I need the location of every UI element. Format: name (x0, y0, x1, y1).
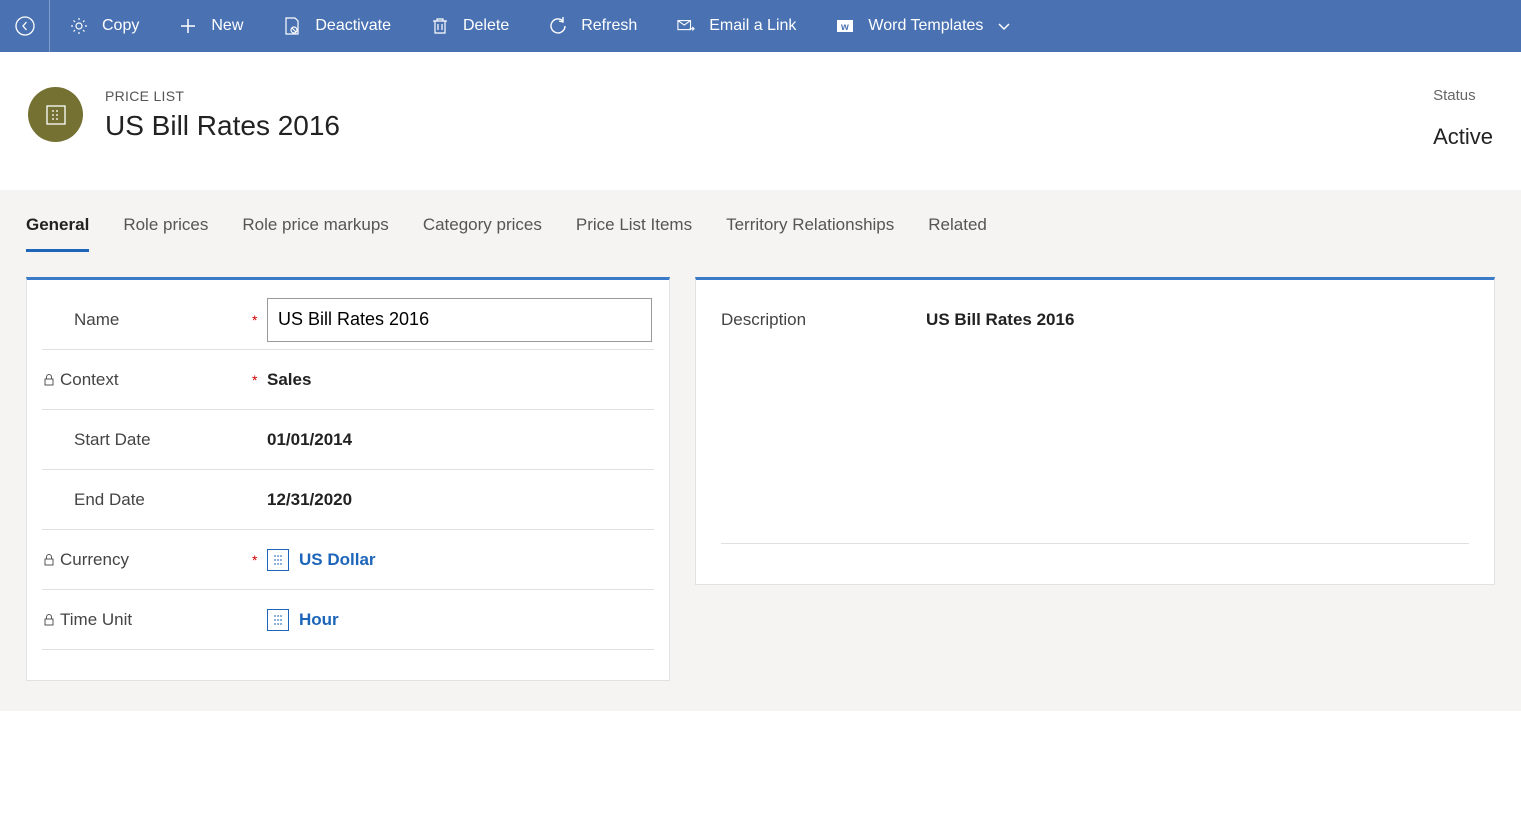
required-icon: * (252, 312, 267, 328)
start-date-value[interactable]: 01/01/2014 (267, 430, 654, 450)
lock-icon (42, 553, 56, 567)
field-row-time-unit: Time Unit Hour (42, 590, 654, 650)
record-header: PRICE LIST US Bill Rates 2016 Status Act… (0, 52, 1521, 190)
lock-icon (42, 613, 56, 627)
tab-related[interactable]: Related (928, 215, 987, 252)
tab-role-prices[interactable]: Role prices (123, 215, 208, 252)
time-unit-label: Time Unit (42, 610, 252, 630)
tabs-container: General Role prices Role price markups C… (0, 190, 1521, 252)
copy-button[interactable]: Copy (50, 0, 159, 52)
currency-label: Currency (42, 550, 252, 570)
lookup-icon (267, 549, 289, 571)
refresh-label: Refresh (581, 17, 637, 35)
refresh-icon (549, 17, 567, 35)
page-deactivate-icon (283, 17, 301, 35)
status-label: Status (1433, 87, 1493, 104)
time-unit-value[interactable]: Hour (267, 609, 654, 631)
gear-icon (70, 17, 88, 35)
header-left: PRICE LIST US Bill Rates 2016 (28, 87, 340, 142)
word-templates-label: Word Templates (868, 17, 983, 35)
back-button[interactable] (0, 0, 50, 52)
email-link-label: Email a Link (709, 17, 796, 35)
field-row-name: Name * (42, 290, 654, 350)
refresh-button[interactable]: Refresh (529, 0, 657, 52)
field-row-end-date: End Date 12/31/2020 (42, 470, 654, 530)
description-value[interactable]: US Bill Rates 2016 (926, 310, 1074, 330)
delete-button[interactable]: Delete (411, 0, 529, 52)
name-input[interactable] (267, 298, 652, 342)
tab-territory-relationships[interactable]: Territory Relationships (726, 215, 894, 252)
end-date-label: End Date (42, 490, 252, 510)
form-panel: Name * Context * Sales Start Date (26, 277, 670, 681)
word-templates-button[interactable]: w Word Templates (816, 0, 1031, 52)
plus-icon (179, 17, 197, 35)
command-bar: Copy New Deactivate Delete (0, 0, 1521, 52)
chevron-down-icon (997, 19, 1011, 33)
content-area: Name * Context * Sales Start Date (0, 252, 1521, 711)
description-row: Description US Bill Rates 2016 (721, 310, 1469, 330)
tab-category-prices[interactable]: Category prices (423, 215, 542, 252)
tab-price-list-items[interactable]: Price List Items (576, 215, 692, 252)
required-icon: * (252, 372, 267, 388)
page-title: US Bill Rates 2016 (105, 110, 340, 142)
name-field-container (267, 298, 654, 342)
divider (721, 543, 1469, 544)
lookup-icon (267, 609, 289, 631)
pricelist-icon (45, 104, 67, 126)
start-date-label: Start Date (42, 430, 252, 450)
field-row-start-date: Start Date 01/01/2014 (42, 410, 654, 470)
description-label: Description (721, 310, 806, 330)
new-label: New (211, 17, 243, 35)
context-value[interactable]: Sales (267, 370, 654, 390)
entity-icon (28, 87, 83, 142)
svg-text:w: w (840, 22, 849, 33)
deactivate-label: Deactivate (315, 17, 391, 35)
currency-value[interactable]: US Dollar (267, 549, 654, 571)
field-row-context: Context * Sales (42, 350, 654, 410)
name-label: Name (42, 310, 252, 330)
description-panel: Description US Bill Rates 2016 (695, 277, 1495, 585)
deactivate-button[interactable]: Deactivate (263, 0, 411, 52)
lock-icon (42, 373, 56, 387)
tabs: General Role prices Role price markups C… (26, 215, 1495, 252)
delete-label: Delete (463, 17, 509, 35)
end-date-value[interactable]: 12/31/2020 (267, 490, 654, 510)
status-value: Active (1433, 124, 1493, 150)
copy-label: Copy (102, 17, 139, 35)
header-status: Status Active (1433, 87, 1493, 150)
new-button[interactable]: New (159, 0, 263, 52)
entity-info: PRICE LIST US Bill Rates 2016 (105, 88, 340, 142)
trash-icon (431, 17, 449, 35)
required-icon: * (252, 552, 267, 568)
email-icon (677, 17, 695, 35)
entity-type: PRICE LIST (105, 88, 340, 104)
email-link-button[interactable]: Email a Link (657, 0, 816, 52)
tab-general[interactable]: General (26, 215, 89, 252)
field-row-currency: Currency * US Dollar (42, 530, 654, 590)
tab-role-price-markups[interactable]: Role price markups (242, 215, 388, 252)
chevron-left-circle-icon (14, 15, 36, 37)
context-label: Context (42, 370, 252, 390)
word-icon: w (836, 17, 854, 35)
